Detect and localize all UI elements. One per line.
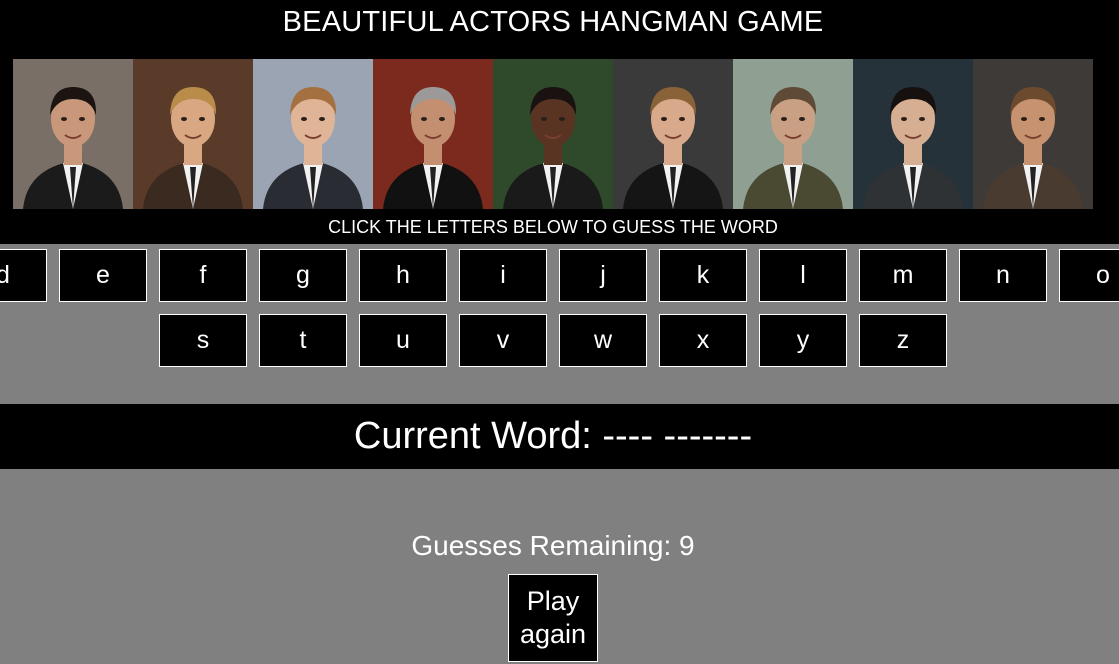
letter-key-t[interactable]: t: [259, 314, 347, 367]
letter-key-z[interactable]: z: [859, 314, 947, 367]
letter-key-y[interactable]: y: [759, 314, 847, 367]
current-word-band: Current Word: ---- -------: [0, 404, 1119, 469]
letter-key-u[interactable]: u: [359, 314, 447, 367]
current-word: Current Word: ---- -------: [353, 415, 753, 457]
letter-key-m[interactable]: m: [859, 249, 947, 302]
letter-key-i[interactable]: i: [459, 249, 547, 302]
actor-photo-3: [253, 59, 373, 209]
actor-photo-5: [493, 59, 613, 209]
letter-key-e[interactable]: e: [59, 249, 147, 302]
letter-key-w[interactable]: w: [559, 314, 647, 367]
letter-key-v[interactable]: v: [459, 314, 547, 367]
guesses-remaining: Guesses Remaining: 9: [411, 530, 695, 561]
letter-key-o[interactable]: o: [1059, 249, 1119, 302]
actor-photo-6: [613, 59, 733, 209]
letter-key-x[interactable]: x: [659, 314, 747, 367]
letter-key-j[interactable]: j: [559, 249, 647, 302]
letter-key-n[interactable]: n: [959, 249, 1047, 302]
letter-key-l[interactable]: l: [759, 249, 847, 302]
play-again-button[interactable]: Play again: [508, 574, 598, 662]
play-again-line1: Play: [526, 586, 580, 616]
letter-key-f[interactable]: f: [159, 249, 247, 302]
actor-photo-8: [853, 59, 973, 209]
letter-key-h[interactable]: h: [359, 249, 447, 302]
actor-photo-2: [133, 59, 253, 209]
letter-key-s[interactable]: s: [159, 314, 247, 367]
letter-key-g[interactable]: g: [259, 249, 347, 302]
actor-photo-4: [373, 59, 493, 209]
play-again-line2: again: [519, 619, 587, 649]
actor-photo-1: [13, 59, 133, 209]
instructions-text: CLICK THE LETTERS BELOW TO GUESS THE WOR…: [328, 217, 778, 237]
header-band: BEAUTIFUL ACTORS HANGMAN GAME CLICK THE …: [0, 0, 1119, 244]
actor-photo-7: [733, 59, 853, 209]
letter-key-k[interactable]: k: [659, 249, 747, 302]
letter-key-d[interactable]: d: [0, 249, 47, 302]
page-title: BEAUTIFUL ACTORS HANGMAN GAME: [282, 6, 824, 38]
actor-photo-9: [973, 59, 1093, 209]
actor-photo-strip: [13, 59, 1093, 209]
